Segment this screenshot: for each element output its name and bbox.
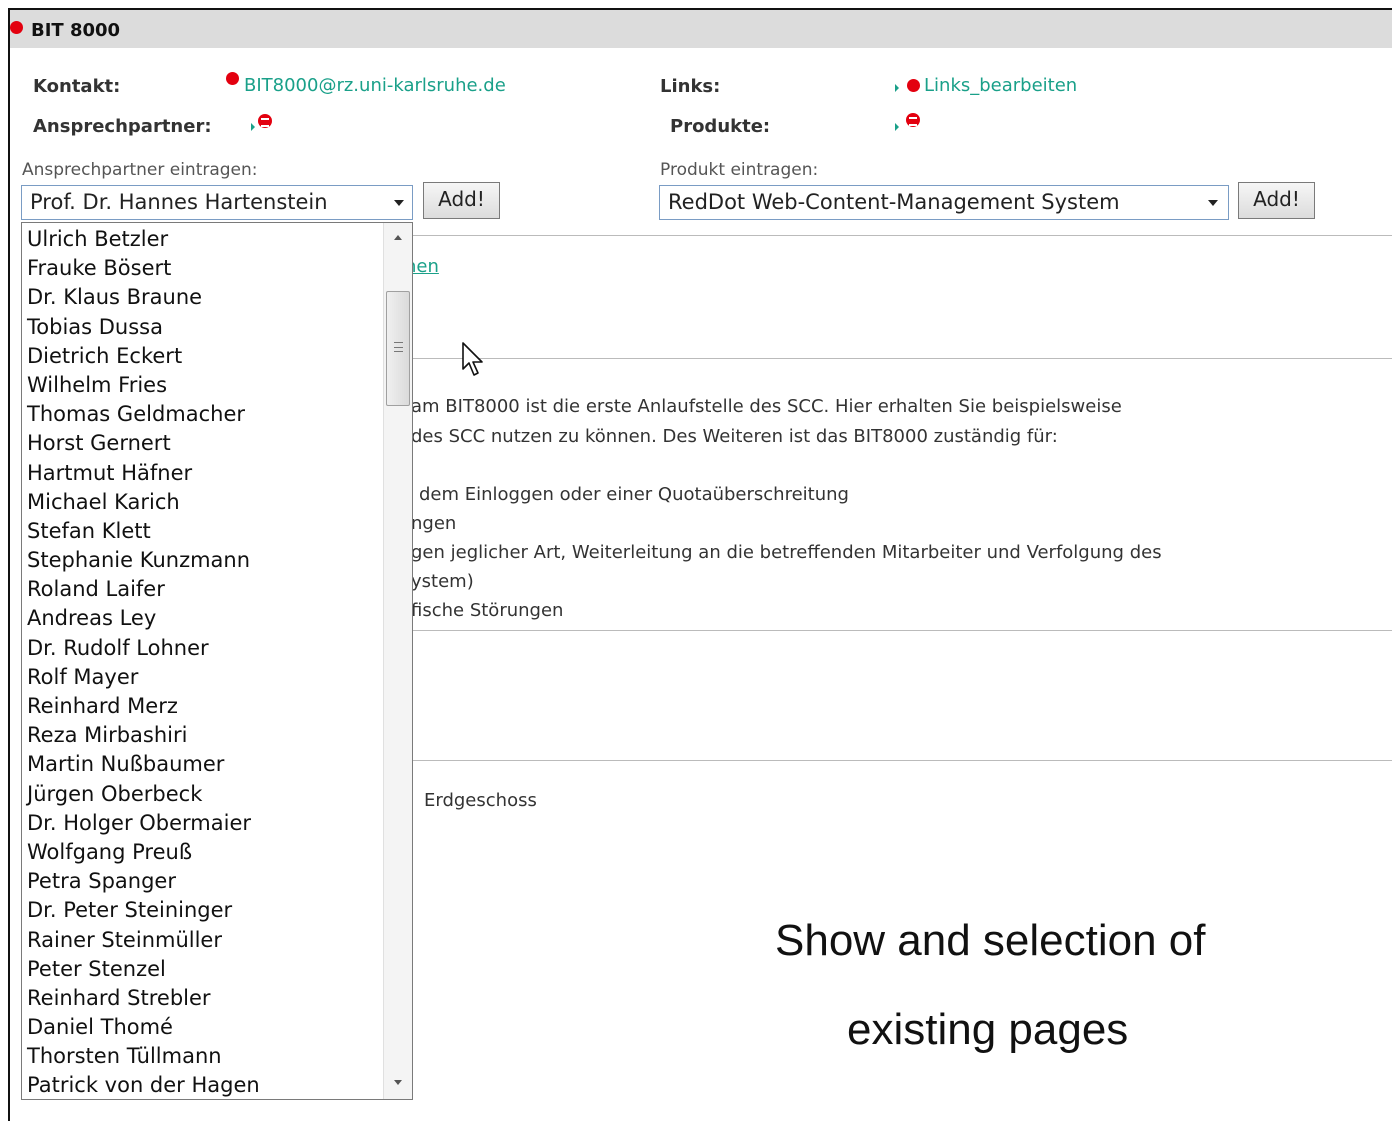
dropdown-option[interactable]: Frauke Bösert xyxy=(22,254,384,283)
dropdown-option[interactable]: Stephanie Kunzmann xyxy=(22,546,384,575)
dropdown-option[interactable]: Reinhard Merz xyxy=(22,692,384,721)
dropdown-option[interactable]: Reinhard Strebler xyxy=(22,984,384,1013)
product-select[interactable]: RedDot Web-Content-Management System xyxy=(659,185,1229,220)
mouse-cursor-icon xyxy=(462,342,483,376)
dropdown-option[interactable]: Rainer Steinmüller xyxy=(22,926,384,955)
dropdown-option[interactable]: Martin Nußbaumer xyxy=(22,750,384,779)
dropdown-option[interactable]: Petra Spanger xyxy=(22,867,384,896)
dropdown-options: Ulrich Betzler Frauke Bösert Dr. Klaus Bra… xyxy=(22,225,384,1099)
contact-email-link[interactable]: BIT8000@rz.uni-karlsruhe.de xyxy=(244,75,506,96)
dropdown-option[interactable]: Reza Mirbashiri xyxy=(22,721,384,750)
scroll-up-icon[interactable] xyxy=(394,235,402,240)
divider xyxy=(413,358,1392,359)
description-line: des SCC nutzen zu können. Des Weiteren i… xyxy=(411,426,1058,447)
chevron-down-icon xyxy=(1208,200,1218,206)
product-select-label: Produkt eintragen: xyxy=(660,160,819,180)
location-text: Erdgeschoss xyxy=(424,790,537,811)
dropdown-option[interactable]: Andreas Ley xyxy=(22,604,384,633)
caption-line-1: Show and selection of xyxy=(775,916,1206,965)
description-line: ystem) xyxy=(411,571,474,592)
dropdown-option[interactable]: Thorsten Tüllmann xyxy=(22,1042,384,1071)
dropdown-option[interactable]: Jürgen Oberbeck xyxy=(22,780,384,809)
caption-line-2: existing pages xyxy=(847,1005,1129,1054)
produkte-label: Produkte: xyxy=(670,116,771,137)
grip-icon xyxy=(394,342,403,352)
description-line: fische Störungen xyxy=(411,600,564,621)
chevron-down-icon xyxy=(394,200,404,206)
dropdown-option[interactable]: Dr. Holger Obermaier xyxy=(22,809,384,838)
dropdown-option[interactable]: Hartmut Häfner xyxy=(22,459,384,488)
dropdown-option[interactable]: Dietrich Eckert xyxy=(22,342,384,371)
links-label: Links: xyxy=(660,76,721,97)
divider xyxy=(413,760,1392,761)
scroll-thumb[interactable] xyxy=(386,291,410,406)
contact-select-value: Prof. Dr. Hannes Hartenstein xyxy=(30,190,328,214)
description-line: gen jeglicher Art, Weiterleitung an die … xyxy=(411,542,1162,563)
page-title: BIT 8000 xyxy=(31,20,121,41)
kontakt-label: Kontakt: xyxy=(33,76,121,97)
description-line: am BIT8000 ist die erste Anlaufstelle de… xyxy=(411,396,1122,417)
dropdown-option[interactable]: Dr. Klaus Braune xyxy=(22,283,384,312)
description-line: dem Einloggen oder einer Quotaüberschrei… xyxy=(419,484,849,505)
header-bar xyxy=(10,10,1392,48)
arrow-right-icon xyxy=(895,84,899,92)
divider xyxy=(413,630,1392,631)
remove-contact-icon[interactable] xyxy=(258,114,272,128)
add-contact-button[interactable]: Add! xyxy=(423,182,500,219)
dropdown-option[interactable]: Daniel Thomé xyxy=(22,1013,384,1042)
dropdown-option[interactable]: Rolf Mayer xyxy=(22,663,384,692)
edit-dot-icon[interactable] xyxy=(907,79,920,92)
dropdown-option[interactable]: Roland Laifer xyxy=(22,575,384,604)
links-edit-link[interactable]: Links_bearbeiten xyxy=(924,75,1077,96)
dropdown-option[interactable]: Wilhelm Fries xyxy=(22,371,384,400)
contact-dropdown-list[interactable]: Ulrich Betzler Frauke Bösert Dr. Klaus Bra… xyxy=(21,222,413,1100)
dropdown-option[interactable]: Ulrich Betzler xyxy=(22,225,384,254)
status-dot-icon xyxy=(10,21,23,34)
description-line: ngen xyxy=(411,513,457,534)
scroll-down-icon[interactable] xyxy=(394,1080,402,1085)
dropdown-option[interactable]: Horst Gernert xyxy=(22,429,384,458)
dropdown-option[interactable]: Wolfgang Preuß xyxy=(22,838,384,867)
dropdown-option[interactable]: Stefan Klett xyxy=(22,517,384,546)
contact-select-label: Ansprechpartner eintragen: xyxy=(22,160,258,180)
dropdown-option[interactable]: Michael Karich xyxy=(22,488,384,517)
dropdown-option[interactable]: Dr. Peter Steininger xyxy=(22,896,384,925)
dropdown-option[interactable]: Tobias Dussa xyxy=(22,313,384,342)
divider xyxy=(413,235,1392,236)
arrow-right-icon xyxy=(251,123,255,131)
dropdown-option[interactable]: Peter Stenzel xyxy=(22,955,384,984)
dropdown-option[interactable]: Dr. Rudolf Lohner xyxy=(22,634,384,663)
contact-select[interactable]: Prof. Dr. Hannes Hartenstein xyxy=(21,185,413,220)
scrollbar[interactable] xyxy=(383,223,412,1099)
product-select-value: RedDot Web-Content-Management System xyxy=(668,190,1120,214)
dropdown-option[interactable]: Patrick von der Hagen xyxy=(22,1071,384,1099)
ansprechpartner-label: Ansprechpartner: xyxy=(33,116,212,137)
remove-product-icon[interactable] xyxy=(906,113,920,127)
dropdown-option[interactable]: Thomas Geldmacher xyxy=(22,400,384,429)
arrow-right-icon xyxy=(895,123,899,131)
edit-dot-icon[interactable] xyxy=(226,72,239,85)
add-product-button[interactable]: Add! xyxy=(1238,182,1315,219)
